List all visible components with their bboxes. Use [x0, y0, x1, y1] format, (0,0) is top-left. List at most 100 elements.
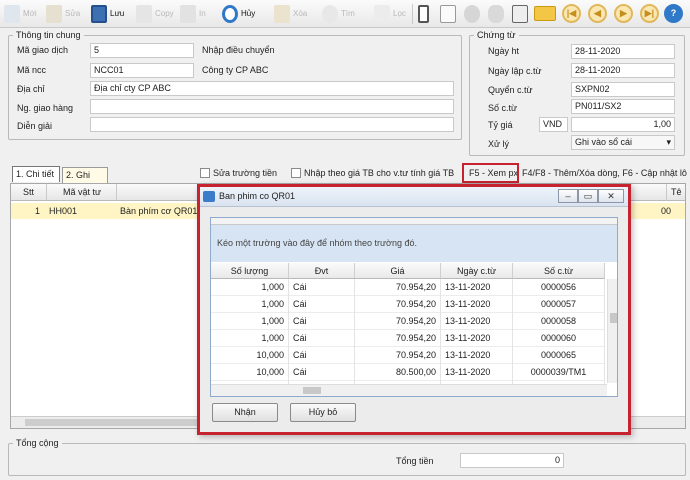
lot-cell-qty: 1,000: [211, 330, 289, 347]
close-button[interactable]: ✕: [598, 189, 624, 203]
currency-input[interactable]: VND: [539, 117, 568, 132]
lot-cell-doc: 0000058: [513, 313, 605, 330]
column-header-item-code[interactable]: Mã vật tư: [47, 184, 117, 201]
lot-cell-unit: Cái: [289, 347, 355, 364]
voucher-number-input[interactable]: PN011/SX2: [571, 99, 675, 114]
voucher-date-input[interactable]: 28-11-2020: [571, 63, 675, 78]
lot-row[interactable]: 1,000 Cái 70.954,20 13-11-2020 0000060: [211, 330, 605, 347]
save-button[interactable]: Lưu: [89, 2, 126, 25]
total-amount-input[interactable]: 0: [460, 453, 564, 468]
column-header-voucher-number[interactable]: Số c.từ: [513, 263, 605, 279]
column-header-trailing[interactable]: Tê: [667, 184, 685, 201]
search-icon: [322, 4, 338, 23]
dialog-title-bar[interactable]: Ban phim co QR01 – ▭ ✕: [200, 187, 628, 207]
lot-selection-dialog: Ban phim co QR01 – ▭ ✕ Kéo một trường và…: [197, 184, 631, 435]
column-header-voucher-date[interactable]: Ngày c.từ: [441, 263, 513, 279]
calculator-icon: [512, 4, 528, 23]
group-by-panel[interactable]: Kéo một trường vào đây để nhóm theo trườ…: [211, 225, 617, 262]
vertical-scroll-thumb[interactable]: [610, 313, 617, 323]
gear-icon: [464, 4, 480, 23]
voucher-book-input[interactable]: SXPN02: [571, 82, 675, 97]
mobile-button[interactable]: [416, 2, 431, 25]
posting-date-input[interactable]: 28-11-2020: [571, 44, 675, 59]
address-input[interactable]: Địa chỉ cty CP ABC: [90, 81, 454, 96]
previous-record-button[interactable]: ◀: [588, 4, 607, 23]
average-price-label: Nhập theo giá TB cho v.tư tính giá TB: [304, 168, 455, 178]
exchange-rate-label: Tỷ giá: [488, 120, 513, 130]
total-amount-label: Tổng tiền: [396, 456, 434, 466]
tab-notes[interactable]: 2. Ghi chú: [62, 167, 108, 195]
row-trailing-value: 00: [661, 206, 672, 216]
cancel-toolbar-button[interactable]: Hủy: [220, 2, 257, 25]
lot-row[interactable]: 1,000 Cái 70.954,20 13-11-2020 0000058: [211, 313, 605, 330]
lot-cell-date: 13-11-2020: [441, 279, 513, 296]
copy-button[interactable]: Copy: [134, 2, 176, 25]
lot-cell-unit: Cái: [289, 364, 355, 381]
user-button[interactable]: [486, 2, 506, 25]
undo-icon: [222, 4, 238, 23]
lot-row[interactable]: 10,000 Cái 70.954,20 13-11-2020 0000065: [211, 347, 605, 364]
delete-button[interactable]: Xóa: [272, 2, 309, 25]
lot-row[interactable]: 1,000 Cái 70.954,20 13-11-2020 0000057: [211, 296, 605, 313]
mail-button[interactable]: [532, 2, 558, 25]
tab-detail[interactable]: 1. Chi tiết: [12, 166, 60, 182]
print-label: In: [199, 9, 206, 18]
cancel-button[interactable]: Hủy bỏ: [290, 403, 356, 422]
exchange-rate-input[interactable]: 1,00: [571, 117, 675, 132]
column-header-price[interactable]: Giá: [355, 263, 441, 279]
view-issue-shortcut[interactable]: F5 - Xem px: [462, 163, 519, 183]
lot-cell-date: 13-11-2020: [441, 364, 513, 381]
lot-cell-date: 13-11-2020: [441, 347, 513, 364]
column-header-unit[interactable]: Đvt: [289, 263, 355, 279]
horizontal-scroll-thumb[interactable]: [303, 387, 321, 394]
column-header-quantity[interactable]: Số lượng: [211, 263, 289, 279]
deliverer-input[interactable]: [90, 99, 454, 114]
deliverer-label: Ng. giao hàng: [17, 103, 74, 113]
column-header-stt[interactable]: Stt: [11, 184, 47, 201]
average-price-checkbox[interactable]: [291, 168, 301, 178]
process-value: Ghi vào sổ cái: [575, 137, 633, 147]
lot-row[interactable]: 10,000 Cái 80.500,00 13-11-2020 0000039/TM1: [211, 364, 605, 381]
calculator-button[interactable]: [510, 2, 530, 25]
document-button[interactable]: [438, 2, 458, 25]
lot-cell-doc: 0000060: [513, 330, 605, 347]
lot-row[interactable]: 1,000 Cái 70.954,20 13-11-2020 0000056: [211, 279, 605, 296]
last-record-button[interactable]: ▶|: [640, 4, 659, 23]
toolbar-separator: [412, 4, 413, 24]
accept-button[interactable]: Nhận: [212, 403, 278, 422]
lot-cell-price: 70.954,20: [355, 330, 441, 347]
delete-label: Xóa: [293, 9, 308, 18]
transaction-code-input[interactable]: 5: [90, 43, 194, 58]
description-input[interactable]: [90, 117, 454, 132]
lot-cell-qty: 1,000: [211, 296, 289, 313]
maximize-button[interactable]: ▭: [578, 189, 598, 203]
settings-button[interactable]: [462, 2, 482, 25]
printer-icon: [180, 4, 196, 23]
new-label: Mới: [23, 9, 37, 18]
edit-amount-checkbox[interactable]: [200, 168, 210, 178]
dialog-title: Ban phim co QR01: [219, 191, 296, 201]
copy-icon: [136, 4, 152, 23]
transaction-code-label: Mã giao dịch: [17, 45, 69, 55]
supplier-code-input[interactable]: NCC01: [90, 63, 194, 78]
save-label: Lưu: [110, 9, 125, 18]
find-button[interactable]: Tìm: [320, 2, 357, 25]
minimize-button[interactable]: –: [558, 189, 578, 203]
next-record-button[interactable]: ▶: [614, 4, 633, 23]
new-button[interactable]: Mới: [2, 2, 39, 25]
help-button[interactable]: ?: [664, 4, 683, 23]
lot-cell-price: 70.954,20: [355, 296, 441, 313]
first-record-button[interactable]: |◀: [562, 4, 581, 23]
voucher-number-label: Số c.từ: [488, 103, 518, 113]
lot-cell-price: 70.954,20: [355, 279, 441, 296]
lot-cell-qty: 10,000: [211, 347, 289, 364]
print-button[interactable]: In: [178, 2, 208, 25]
delete-icon: [274, 4, 290, 23]
process-select[interactable]: Ghi vào sổ cái ▾: [571, 135, 675, 150]
filter-button[interactable]: Lọc: [372, 2, 408, 25]
row-stt: 1: [35, 206, 41, 216]
supplier-code-label: Mã ncc: [17, 65, 47, 75]
lot-grid-horizontal-scrollbar[interactable]: [211, 384, 607, 396]
edit-button[interactable]: Sửa: [44, 2, 82, 25]
lot-grid-vertical-scrollbar[interactable]: [607, 279, 617, 383]
